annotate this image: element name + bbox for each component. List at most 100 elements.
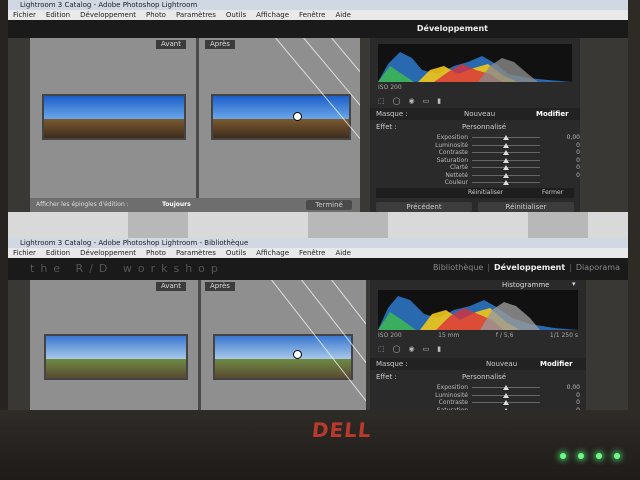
upper-panel-footer: Réinitialiser Fermer <box>376 188 574 198</box>
spot-removal-icon[interactable]: ◯ <box>393 345 401 353</box>
slider-label: Contraste <box>438 149 468 156</box>
lower-lightroom-window: Lightroom 3 Catalog - Adobe Photoshop Li… <box>8 238 628 412</box>
menu-item[interactable]: Développement <box>80 11 136 19</box>
power-led-icon <box>560 453 566 459</box>
menu-item[interactable]: Aide <box>335 249 350 257</box>
slider-knob[interactable] <box>503 165 509 170</box>
lower-before-pane: Avant <box>30 280 198 412</box>
slider-knob[interactable] <box>503 150 509 155</box>
sky <box>46 336 186 360</box>
module-slideshow[interactable]: Diaporama <box>576 263 620 272</box>
menu-item[interactable]: Fenêtre <box>299 11 325 19</box>
reset-button[interactable]: Réinitialiser <box>478 202 574 212</box>
upper-module-develop[interactable]: Développement <box>417 24 488 33</box>
lower-before-after-view: Avant Après <box>30 280 366 412</box>
lower-effet-value[interactable]: Personnalisé <box>462 373 506 381</box>
module-library[interactable]: Bibliothèque <box>433 263 483 272</box>
slider-knob[interactable] <box>503 142 509 148</box>
lower-title-bar: Lightroom 3 Catalog - Adobe Photoshop Li… <box>8 238 628 248</box>
slider-label: Clarté <box>449 164 468 171</box>
graduated-filter-icon[interactable]: ▭ <box>423 97 430 105</box>
spot-removal-icon[interactable]: ◯ <box>393 97 401 105</box>
upper-modifier[interactable]: Modifier <box>536 110 569 118</box>
slider-knob[interactable] <box>503 385 509 390</box>
upper-after-photo[interactable] <box>211 94 351 140</box>
edit-pin-icon[interactable] <box>293 350 302 359</box>
upper-before-pane: Avant <box>30 38 196 212</box>
menu-item[interactable]: Edition <box>46 249 70 257</box>
crop-icon[interactable]: ⬚ <box>378 345 385 353</box>
menu-item[interactable]: Affichage <box>256 11 289 19</box>
lower-nouveau[interactable]: Nouveau <box>486 360 517 368</box>
done-button[interactable]: Terminé <box>306 200 352 210</box>
slider-label: Luminosité <box>435 391 468 399</box>
slider-value: 0 <box>576 391 580 399</box>
lower-masque-label: Masque : <box>376 360 408 368</box>
status-led-icon <box>578 453 584 459</box>
slider-label: Exposition <box>436 384 468 391</box>
red-eye-icon[interactable]: ◉ <box>408 97 414 105</box>
brush-icon[interactable]: ▮ <box>437 345 441 353</box>
menu-item[interactable]: Paramètres <box>176 11 216 19</box>
previous-button[interactable]: Précédent <box>376 202 472 212</box>
slider-value: 0 <box>576 156 580 164</box>
upper-after-pane: Après <box>199 38 360 212</box>
collapse-triangle-icon[interactable]: ▾ <box>572 280 576 288</box>
menu-item[interactable]: Outils <box>226 11 246 19</box>
lower-modifier[interactable]: Modifier <box>540 360 573 368</box>
slider-knob[interactable] <box>503 180 509 185</box>
red-eye-icon[interactable]: ◉ <box>408 345 414 353</box>
upper-fermer[interactable]: Fermer <box>542 189 563 196</box>
lower-after-label: Après <box>205 282 235 291</box>
menu-item[interactable]: Paramètres <box>176 249 216 257</box>
edit-pin-icon[interactable] <box>293 112 302 121</box>
slider-knob[interactable] <box>503 392 509 398</box>
ground <box>215 359 351 378</box>
slider-knob[interactable] <box>503 135 509 140</box>
menu-item[interactable]: Affichage <box>256 249 289 257</box>
strip-block <box>128 212 188 238</box>
lower-before-photo <box>44 334 188 380</box>
slider-knob[interactable] <box>503 172 509 178</box>
upper-effet-value[interactable]: Personnalisé <box>462 123 506 131</box>
menu-item[interactable]: Photo <box>146 11 166 19</box>
brush-icon[interactable]: ▮ <box>437 97 441 105</box>
slider-label: Netteté <box>445 171 468 179</box>
lower-mask-row: Masque : Nouveau Modifier <box>370 358 586 370</box>
ground <box>213 119 349 138</box>
upper-mask-row: Masque : Nouveau Modifier <box>370 108 580 120</box>
crop-icon[interactable]: ⬚ <box>378 97 385 105</box>
slider-value: 0 <box>576 164 580 171</box>
upper-masque-label: Masque : <box>376 110 408 118</box>
upper-iso: ISO 200 <box>378 84 402 91</box>
menu-item[interactable]: Photo <box>146 249 166 257</box>
menu-item[interactable]: Fichier <box>13 249 36 257</box>
menu-item[interactable]: Développement <box>80 249 136 257</box>
slider-label: Contraste <box>438 399 468 406</box>
ground <box>46 359 186 378</box>
sky <box>44 96 184 120</box>
sep: | <box>569 263 572 272</box>
slider-knob[interactable] <box>503 157 509 163</box>
upper-right-panel: ISO 200 ⬚ ◯ ◉ ▭ ▮ Masque : Nouveau Modif… <box>370 38 580 212</box>
graduated-filter-icon[interactable]: ▭ <box>423 345 430 353</box>
monitor-screen: Lightroom 3 Catalog - Adobe Photoshop Li… <box>8 0 628 412</box>
monitor-bezel-right <box>628 0 640 480</box>
upper-after-label: Après <box>205 40 235 49</box>
slider-label: Saturation <box>436 156 468 164</box>
upper-reinit[interactable]: Réinitialiser <box>468 189 503 196</box>
menu-item[interactable]: Aide <box>335 11 350 19</box>
upper-effet-label: Effet : <box>376 123 397 131</box>
upper-tool-strip: ⬚ ◯ ◉ ▭ ▮ <box>378 96 572 105</box>
slider-value: 0 <box>576 149 580 156</box>
slider-knob[interactable] <box>503 400 509 405</box>
pins-value[interactable]: Toujours <box>162 201 191 208</box>
upper-before-photo <box>42 94 186 140</box>
module-develop[interactable]: Développement <box>494 263 565 272</box>
menu-item[interactable]: Outils <box>226 249 246 257</box>
menu-item[interactable]: Edition <box>46 11 70 19</box>
menu-item[interactable]: Fenêtre <box>299 249 325 257</box>
menu-item[interactable]: Fichier <box>13 11 36 19</box>
lower-tool-strip: ⬚ ◯ ◉ ▭ ▮ <box>378 344 578 353</box>
upper-nouveau[interactable]: Nouveau <box>464 110 495 118</box>
